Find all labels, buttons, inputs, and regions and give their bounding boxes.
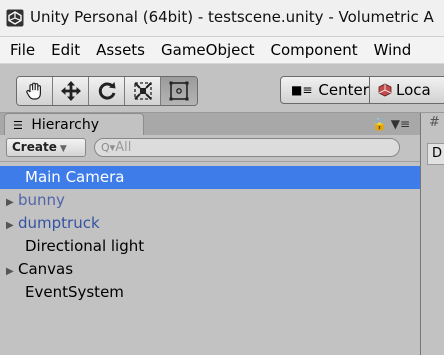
hierarchy-row-eventsystem[interactable]: EventSystem	[0, 281, 420, 304]
expand-arrow-icon[interactable]: ▶	[0, 214, 18, 237]
hierarchy-list: Main Camera ▶ bunny ▶ dumptruck Directiona…	[0, 166, 420, 304]
transform-tools	[16, 76, 198, 106]
menu-edit[interactable]: Edit	[43, 41, 88, 59]
scale-icon	[133, 82, 152, 100]
create-button[interactable]: Create ▼	[6, 138, 86, 157]
panel-menu-icon[interactable]: ▼≡	[391, 117, 410, 131]
rotate-icon	[98, 82, 115, 100]
row-label: Directional light	[25, 237, 145, 255]
menu-bar: File Edit Assets GameObject Component Wi…	[0, 37, 444, 64]
search-placeholder: All	[115, 140, 132, 155]
move-icon	[60, 81, 81, 101]
toolbar: ■≡ Center Loca	[0, 64, 444, 113]
panel-tab-strip: ☰ Hierarchy 🔒 ▼≡	[0, 113, 444, 136]
hierarchy-search-input[interactable]: Q▾All	[94, 138, 400, 157]
unity-logo-icon	[6, 9, 24, 27]
search-icon: Q▾	[101, 141, 116, 154]
hand-tool-button[interactable]	[17, 77, 53, 105]
rect-tool-button[interactable]	[161, 77, 197, 105]
row-label: Canvas	[18, 260, 74, 278]
pivot-space-label: Loca	[396, 81, 431, 99]
tab-hierarchy-label: Hierarchy	[31, 117, 99, 133]
menu-component[interactable]: Component	[263, 41, 366, 59]
hierarchy-toolbar: Create ▼ Q▾All	[0, 135, 420, 162]
title-bar: Unity Personal (64bit) - testscene.unity…	[0, 0, 444, 37]
row-label: EventSystem	[25, 283, 124, 301]
pivot-mode-button[interactable]: ■≡ Center	[280, 76, 370, 104]
adjacent-panel-dropdown[interactable]: D	[427, 143, 444, 165]
expand-arrow-icon[interactable]: ▶	[0, 191, 18, 214]
expand-arrow-icon[interactable]: ▶	[0, 260, 18, 283]
hierarchy-list-icon: ☰	[13, 119, 23, 132]
row-label: bunny	[18, 191, 65, 209]
dropdown-arrow-icon: ▼	[59, 144, 67, 154]
adjacent-panel: # D	[421, 113, 444, 355]
pivot-mode-label: Center	[318, 81, 369, 99]
panel-header-icons: 🔒 ▼≡	[372, 117, 410, 131]
row-label: Main Camera	[25, 168, 125, 186]
scale-tool-button[interactable]	[125, 77, 161, 105]
row-label: dumptruck	[18, 214, 100, 232]
pivot-center-icon: ■≡	[291, 83, 313, 97]
hierarchy-row-dumptruck[interactable]: ▶ dumptruck	[0, 212, 420, 235]
rotate-tool-button[interactable]	[89, 77, 125, 105]
lock-icon[interactable]: 🔒	[372, 117, 387, 131]
window-title: Unity Personal (64bit) - testscene.unity…	[30, 8, 434, 26]
rect-icon	[169, 81, 189, 101]
tab-hierarchy[interactable]: ☰ Hierarchy	[4, 113, 144, 136]
local-space-icon	[378, 83, 392, 97]
hierarchy-row-bunny[interactable]: ▶ bunny	[0, 189, 420, 212]
hierarchy-row-main-camera[interactable]: Main Camera	[0, 166, 420, 189]
scene-tab-icon[interactable]: #	[429, 115, 440, 130]
hierarchy-row-directional-light[interactable]: Directional light	[0, 235, 420, 258]
pivot-space-button[interactable]: Loca	[369, 76, 444, 104]
hierarchy-row-canvas[interactable]: ▶ Canvas	[0, 258, 420, 281]
hand-icon	[25, 82, 41, 100]
create-button-label: Create	[12, 140, 57, 154]
menu-window[interactable]: Wind	[366, 41, 420, 59]
menu-file[interactable]: File	[0, 41, 43, 59]
move-tool-button[interactable]	[53, 77, 89, 105]
menu-assets[interactable]: Assets	[88, 41, 153, 59]
menu-gameobject[interactable]: GameObject	[153, 41, 263, 59]
